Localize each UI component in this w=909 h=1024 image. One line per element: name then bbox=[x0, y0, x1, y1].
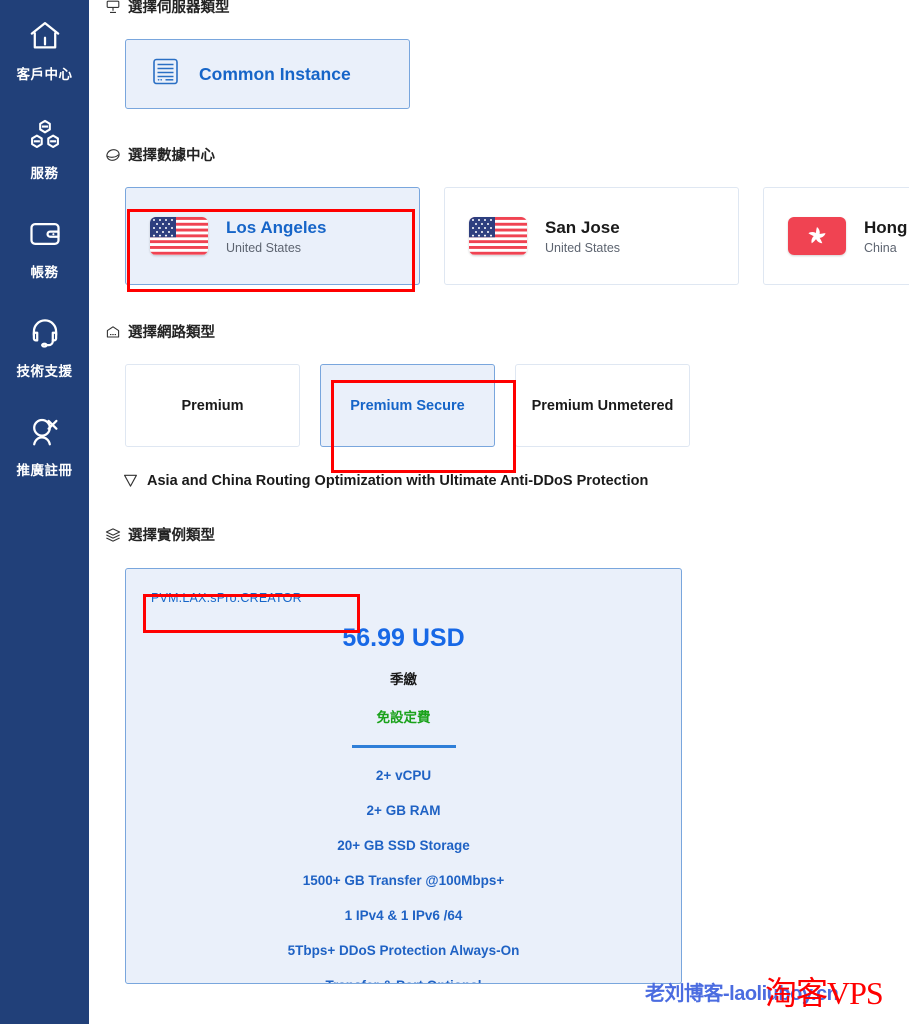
sidebar-item-client-center[interactable]: 客戶中心 bbox=[0, 10, 89, 87]
instance-spec: Transfer & Port Optional bbox=[126, 978, 681, 983]
section-header-instance-type: 選擇實例類型 bbox=[89, 524, 909, 545]
datacenter-country: United States bbox=[545, 240, 621, 255]
sidebar-item-label: 推廣註冊 bbox=[16, 463, 73, 478]
datacenter-country: China bbox=[864, 240, 897, 255]
server-rack-icon bbox=[105, 0, 121, 15]
sidebar-item-label: 帳務 bbox=[30, 265, 59, 280]
section-title: 選擇伺服器類型 bbox=[128, 0, 230, 16]
network-note-text: Asia and China Routing Optimization with… bbox=[147, 472, 649, 489]
network-icon bbox=[105, 324, 121, 340]
layers-icon bbox=[105, 527, 121, 543]
hk-flag-icon bbox=[788, 217, 846, 255]
wallet-icon bbox=[27, 216, 63, 252]
datacenter-text: Hong Kong China bbox=[864, 217, 909, 254]
section-header-datacenter: 選擇數據中心 bbox=[89, 144, 909, 165]
network-type-option-premium-unmetered[interactable]: Premium Unmetered bbox=[515, 364, 690, 447]
globe-icon bbox=[105, 147, 121, 163]
datacenter-name: Los Angeles bbox=[226, 218, 327, 238]
datacenter-text: Los Angeles United States bbox=[226, 217, 326, 254]
section-title: 選擇實例類型 bbox=[128, 528, 215, 544]
datacenter-name: San Jose bbox=[545, 218, 620, 238]
network-type-options: Premium Premium Secure Premium Unmetered bbox=[89, 364, 909, 447]
sidebar-item-affiliate[interactable]: 推廣註冊 bbox=[0, 406, 89, 483]
datacenter-text: San Jose United States bbox=[545, 217, 620, 254]
network-type-option-premium-secure[interactable]: Premium Secure bbox=[320, 364, 495, 447]
network-type-label: Premium bbox=[181, 397, 244, 414]
sidebar-item-support[interactable]: 技術支援 bbox=[0, 307, 89, 384]
datacenter-option-hong-kong[interactable]: Hong Kong China bbox=[763, 187, 909, 285]
datacenter-options: Los Angeles United States San Jose Unite… bbox=[89, 187, 909, 285]
network-type-label: Premium Secure bbox=[350, 397, 465, 414]
instance-spec: 20+ GB SSD Storage bbox=[337, 838, 470, 853]
datacenter-option-san-jose[interactable]: San Jose United States bbox=[444, 187, 739, 285]
sidebar: 客戶中心 服務 帳務 技術支援 推廣註冊 bbox=[0, 0, 89, 1024]
instance-spec: 1500+ GB Transfer @100Mbps+ bbox=[302, 873, 505, 888]
sidebar-item-services[interactable]: 服務 bbox=[0, 109, 89, 186]
affiliate-user-icon bbox=[27, 414, 63, 450]
cubes-icon bbox=[27, 117, 63, 153]
network-type-note: Asia and China Routing Optimization with… bbox=[89, 472, 909, 489]
sidebar-item-label: 技術支援 bbox=[16, 364, 73, 379]
instance-price: 56.99 USD bbox=[342, 624, 465, 652]
instance-type-option-card[interactable]: PVM.LAX.sPro.CREATOR 56.99 USD 季繳 免設定費 2… bbox=[125, 568, 682, 984]
page-root: 客戶中心 服務 帳務 技術支援 推廣註冊 選擇伺服器類型 Common Inst… bbox=[0, 0, 909, 1024]
sidebar-item-label: 服務 bbox=[30, 166, 59, 181]
headset-icon bbox=[27, 315, 63, 351]
instance-type-options: PVM.LAX.sPro.CREATOR 56.99 USD 季繳 免設定費 2… bbox=[89, 568, 909, 984]
home-icon bbox=[27, 18, 63, 54]
server-icon bbox=[152, 57, 179, 91]
datacenter-country: United States bbox=[226, 240, 302, 255]
us-flag-icon bbox=[469, 217, 527, 255]
us-flag-icon bbox=[150, 217, 208, 255]
sidebar-item-label: 客戶中心 bbox=[16, 67, 73, 82]
network-type-option-premium[interactable]: Premium bbox=[125, 364, 300, 447]
datacenter-option-los-angeles[interactable]: Los Angeles United States bbox=[125, 187, 420, 285]
instance-spec: 1 IPv4 & 1 IPv6 /64 bbox=[344, 908, 463, 923]
server-type-options: Common Instance bbox=[89, 39, 909, 109]
server-type-option-common-instance[interactable]: Common Instance bbox=[125, 39, 410, 109]
shield-icon bbox=[122, 472, 139, 489]
section-header-network-type: 選擇網路類型 bbox=[89, 321, 909, 342]
section-title: 選擇數據中心 bbox=[128, 148, 215, 164]
network-type-label: Premium Unmetered bbox=[531, 397, 674, 414]
instance-spec: 2+ GB RAM bbox=[366, 803, 441, 818]
datacenter-name: Hong Kong bbox=[864, 218, 909, 238]
instance-sku: PVM.LAX.sPro.CREATOR bbox=[151, 591, 302, 605]
instance-divider bbox=[351, 745, 456, 748]
sidebar-item-billing[interactable]: 帳務 bbox=[0, 208, 89, 285]
section-title: 選擇網路類型 bbox=[128, 325, 215, 341]
instance-spec: 5Tbps+ DDoS Protection Always-On bbox=[287, 943, 520, 958]
instance-spec: 2+ vCPU bbox=[375, 768, 432, 783]
server-type-label: Common Instance bbox=[199, 63, 351, 84]
main-content: 選擇伺服器類型 Common Instance 選擇數據中心 Los Angel… bbox=[89, 0, 909, 1024]
section-header-server-type: 選擇伺服器類型 bbox=[89, 0, 909, 17]
instance-billing-term: 季繳 bbox=[390, 672, 417, 687]
instance-setup-fee: 免設定費 bbox=[376, 710, 431, 725]
